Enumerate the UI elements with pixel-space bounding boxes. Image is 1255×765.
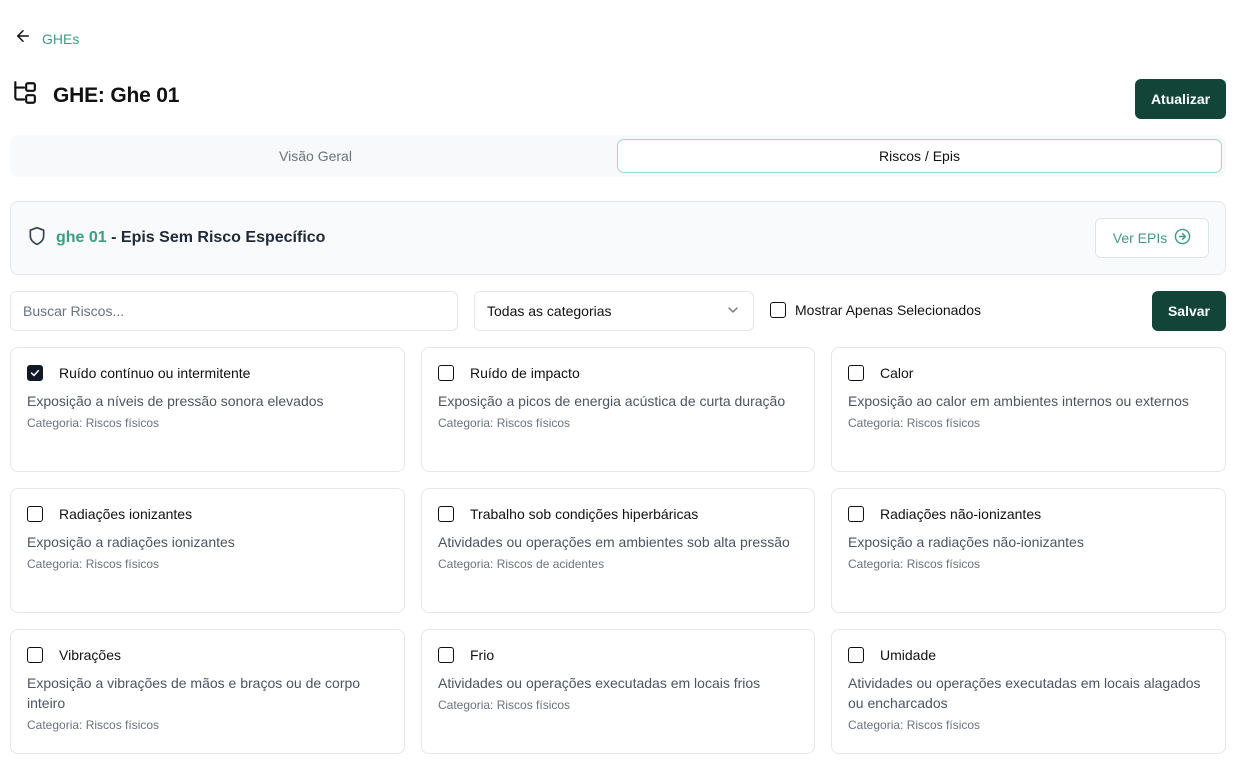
only-selected-label: Mostrar Apenas Selecionados xyxy=(795,302,981,318)
risk-checkbox[interactable] xyxy=(27,647,43,663)
risk-category: Categoria: Riscos físicos xyxy=(438,416,571,430)
epi-section: ghe 01 - Epis Sem Risco Específico Ver E… xyxy=(10,201,1226,275)
risk-category: Categoria: Riscos de acidentes xyxy=(438,557,605,571)
risk-checkbox[interactable] xyxy=(438,647,454,663)
only-selected-filter[interactable]: Mostrar Apenas Selecionados xyxy=(770,302,981,318)
risk-category: Categoria: Riscos físicos xyxy=(438,698,571,712)
only-selected-checkbox[interactable] xyxy=(770,302,786,318)
risk-card[interactable]: Ruído contínuo ou intermitente Exposição… xyxy=(10,347,405,472)
risk-description: Atividades ou operações em ambientes sob… xyxy=(438,534,790,550)
tab-risks-epis[interactable]: Riscos / Epis xyxy=(617,139,1222,173)
page-header: GHE: Ghe 01 xyxy=(11,80,179,111)
risk-title: Ruído de impacto xyxy=(470,365,580,381)
risk-card[interactable]: Trabalho sob condições hiperbáricas Ativ… xyxy=(421,488,815,613)
risk-title: Ruído contínuo ou intermitente xyxy=(59,365,251,381)
tab-bar: Visão Geral Riscos / Epis xyxy=(10,135,1226,177)
risk-card[interactable]: Umidade Atividades ou operações executad… xyxy=(831,629,1226,754)
risk-checkbox[interactable] xyxy=(848,647,864,663)
risk-checkbox[interactable] xyxy=(27,365,43,381)
arrow-left-icon xyxy=(14,27,32,50)
hierarchy-icon xyxy=(11,80,37,111)
risk-description: Exposição a níveis de pressão sonora ele… xyxy=(27,393,324,409)
risk-description: Atividades ou operações executadas em lo… xyxy=(438,675,761,691)
risk-card[interactable]: Ruído de impacto Exposição a picos de en… xyxy=(421,347,815,472)
risk-title: Trabalho sob condições hiperbáricas xyxy=(470,506,699,522)
risk-category: Categoria: Riscos físicos xyxy=(848,557,981,571)
risk-category: Categoria: Riscos físicos xyxy=(848,416,981,430)
risk-title: Radiações não-ionizantes xyxy=(880,506,1042,522)
risk-title: Frio xyxy=(470,647,495,663)
category-select-value: Todas as categorias xyxy=(487,303,612,319)
category-select[interactable]: Todas as categorias xyxy=(474,291,754,331)
chevron-down-icon xyxy=(725,302,741,321)
tab-overview[interactable]: Visão Geral xyxy=(14,139,617,173)
risk-title: Vibrações xyxy=(59,647,122,663)
risk-checkbox[interactable] xyxy=(438,365,454,381)
save-button[interactable]: Salvar xyxy=(1152,291,1226,331)
epi-section-suffix: - Epis Sem Risco Específico xyxy=(106,229,326,246)
risk-checkbox[interactable] xyxy=(438,506,454,522)
view-epis-button[interactable]: Ver EPIs xyxy=(1095,218,1209,258)
check-icon xyxy=(30,369,40,377)
risk-title: Umidade xyxy=(880,647,937,663)
risk-card[interactable]: Radiações não-ionizantes Exposição a rad… xyxy=(831,488,1226,613)
risk-checkbox[interactable] xyxy=(848,506,864,522)
risk-description: Atividades ou operações executadas em lo… xyxy=(848,675,1201,711)
risk-title: Radiações ionizantes xyxy=(59,506,193,522)
arrow-right-circle-icon xyxy=(1174,228,1191,248)
risk-card[interactable]: Calor Exposição ao calor em ambientes in… xyxy=(831,347,1226,472)
risk-card[interactable]: Frio Atividades ou operações executadas … xyxy=(421,629,815,754)
back-link[interactable]: GHEs xyxy=(14,27,79,50)
risk-category: Categoria: Riscos físicos xyxy=(27,718,160,732)
search-input[interactable] xyxy=(10,291,458,331)
back-link-label: GHEs xyxy=(42,30,80,47)
risk-card[interactable]: Radiações ionizantes Exposição a radiaçõ… xyxy=(10,488,405,613)
view-epis-label: Ver EPIs xyxy=(1112,230,1168,246)
update-button[interactable]: Atualizar xyxy=(1135,79,1226,119)
epi-section-title: ghe 01 - Epis Sem Risco Específico xyxy=(56,229,325,247)
risk-category: Categoria: Riscos físicos xyxy=(848,718,981,732)
risk-category: Categoria: Riscos físicos xyxy=(27,416,160,430)
risk-card[interactable]: Vibrações Exposição a vibrações de mãos … xyxy=(10,629,405,754)
risk-description: Exposição ao calor em ambientes internos… xyxy=(848,393,1189,409)
risk-checkbox[interactable] xyxy=(848,365,864,381)
shield-icon xyxy=(27,226,56,251)
risk-checkbox[interactable] xyxy=(27,506,43,522)
risk-description: Exposição a picos de energia acústica de… xyxy=(438,393,786,409)
risk-description: Exposição a radiações não-ionizantes xyxy=(848,534,1084,550)
page-title: GHE: Ghe 01 xyxy=(53,83,180,107)
risk-category: Categoria: Riscos físicos xyxy=(27,557,160,571)
ghe-name: ghe 01 xyxy=(56,229,107,246)
risk-grid: Ruído contínuo ou intermitente Exposição… xyxy=(10,347,1226,754)
risk-title: Calor xyxy=(880,365,914,381)
risk-description: Exposição a radiações ionizantes xyxy=(27,534,235,550)
risk-description: Exposição a vibrações de mãos e braços o… xyxy=(27,675,361,711)
